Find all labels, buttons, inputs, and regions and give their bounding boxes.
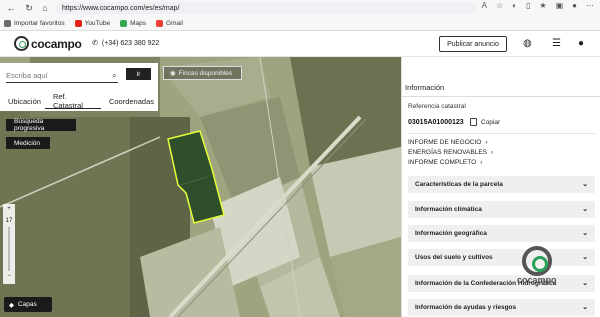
favorites-icon[interactable]: ★ (539, 1, 546, 10)
cadastral-ref-value: 03015A01000123 (408, 119, 464, 126)
zoom-in-button[interactable]: + (7, 206, 11, 212)
divider (402, 96, 600, 97)
browser-actions: A ☆ ◐ ▯ ★ ▣ ● ⋯ (482, 1, 594, 10)
link-informe-completo[interactable]: INFORME COMPLETO › (408, 159, 482, 166)
home-icon[interactable]: ⌂ (38, 1, 52, 15)
accordion-usos-suelo[interactable]: Usos del suelo y cultivos ⌄ (408, 249, 595, 266)
split-screen-icon[interactable]: ▯ (526, 1, 530, 10)
chevron-right-icon: › (485, 139, 488, 146)
chevron-down-icon: ⌄ (582, 254, 588, 261)
chevron-down-icon: ⌄ (582, 206, 588, 213)
chevron-down-icon: ⌄ (582, 280, 588, 287)
cocampo-watermark: cocampo (517, 246, 557, 285)
available-farms-button[interactable]: ◉ Fincas disponibles (163, 66, 242, 80)
measure-button[interactable]: Medición (6, 137, 50, 149)
user-icon[interactable]: ● (578, 38, 584, 49)
bookmarks-bar: Importar favoritos YouTube Maps Gmail (0, 16, 600, 31)
chevron-right-icon: › (491, 149, 494, 156)
site-logo[interactable]: cocampo (14, 36, 82, 51)
search-input[interactable] (6, 69, 118, 83)
profile-icon[interactable]: ● (572, 1, 577, 10)
link-energias-renovables[interactable]: ENERGÍAS RENOVABLES › (408, 149, 493, 156)
layers-button[interactable]: ◆ Capas (4, 297, 52, 312)
zoom-out-button[interactable]: − (7, 273, 11, 279)
browser-toolbar: ← ↻ ⌂ https://www.cocampo.com/es/es/map/… (0, 0, 600, 16)
zoom-control: + 17 − (3, 204, 15, 284)
back-icon[interactable]: ← (4, 1, 18, 15)
bookmark-maps[interactable]: Maps (120, 19, 146, 27)
menu-icon[interactable]: ⋯ (586, 1, 594, 10)
watermark-logo-icon (521, 246, 552, 276)
collections-icon[interactable]: ▣ (556, 1, 564, 10)
divider (408, 133, 596, 134)
copy-icon (470, 118, 477, 126)
accordion-geografica[interactable]: Información geográfica ⌄ (408, 225, 595, 242)
map-pin-icon: ◉ (170, 70, 176, 77)
reload-icon[interactable]: ↻ (22, 1, 36, 15)
chevron-down-icon: ⌄ (582, 230, 588, 237)
search-panel: ⌕ Ir Ubicación Ref. Catastral Coordenada… (0, 63, 158, 111)
tab-ref-catastral[interactable]: Ref. Catastral (44, 91, 101, 110)
copy-button[interactable]: Copiar (470, 118, 500, 126)
cadastral-ref-label: Referencia catastral (408, 103, 466, 110)
import-icon (4, 19, 11, 27)
bookmark-gmail[interactable]: Gmail (156, 19, 183, 27)
search-icon[interactable]: ⌕ (112, 71, 116, 81)
chevron-right-icon: › (480, 159, 483, 166)
go-button[interactable]: Ir (126, 68, 151, 80)
bookmark-youtube[interactable]: YouTube (74, 19, 110, 27)
zoom-slider[interactable] (8, 227, 10, 271)
site-header: cocampo ✆ (+34) 623 380 922 Publicar anu… (0, 31, 600, 57)
chevron-down-icon: ⌄ (582, 304, 588, 311)
zoom-level: 17 (5, 218, 13, 224)
hamburger-menu-icon[interactable]: ☰ (552, 38, 561, 49)
tab-informacion[interactable]: Información (405, 83, 445, 97)
tab-ubicacion[interactable]: Ubicación (0, 91, 45, 109)
url-text: https://www.cocampo.com/es/es/map/ (62, 4, 180, 12)
accordion-climatica[interactable]: Información climática ⌄ (408, 201, 595, 218)
bookmark-import[interactable]: Importar favoritos (4, 19, 65, 27)
logo-icon (14, 36, 29, 51)
favorite-icon[interactable]: ☆ (496, 1, 503, 10)
extensions-icon[interactable]: ◐ (512, 1, 517, 10)
globe-icon[interactable]: ◍ (523, 38, 532, 49)
tab-coordenadas[interactable]: Coordenadas (101, 91, 158, 109)
progressive-search-button[interactable]: Búsqueda progresiva (6, 118, 76, 132)
accordion-caracteristicas[interactable]: Características de la parcela ⌄ (408, 176, 595, 193)
search-tabs: Ubicación Ref. Catastral Coordenadas (0, 91, 158, 111)
address-bar[interactable]: https://www.cocampo.com/es/es/map/ (56, 2, 476, 14)
publish-ad-button[interactable]: Publicar anuncio (439, 36, 507, 52)
maps-icon (120, 19, 128, 27)
info-panel: Información Referencia catastral 03015A0… (401, 57, 600, 317)
whatsapp-icon: ✆ (92, 40, 98, 47)
chevron-down-icon: ⌄ (582, 181, 588, 188)
link-informe-negocio[interactable]: INFORME DE NEGOCIO › (408, 139, 487, 146)
gmail-icon (156, 19, 164, 27)
accordion-ayudas-riesgos[interactable]: Información de ayudas y riesgos ⌄ (408, 299, 595, 316)
layers-icon: ◆ (9, 301, 14, 309)
read-aloud-icon[interactable]: A (482, 1, 487, 10)
youtube-icon (74, 19, 82, 27)
phone-contact[interactable]: ✆ (+34) 623 380 922 (92, 39, 159, 48)
accordion-confederacion[interactable]: Información de la Confederación Hidrográ… (408, 275, 595, 292)
